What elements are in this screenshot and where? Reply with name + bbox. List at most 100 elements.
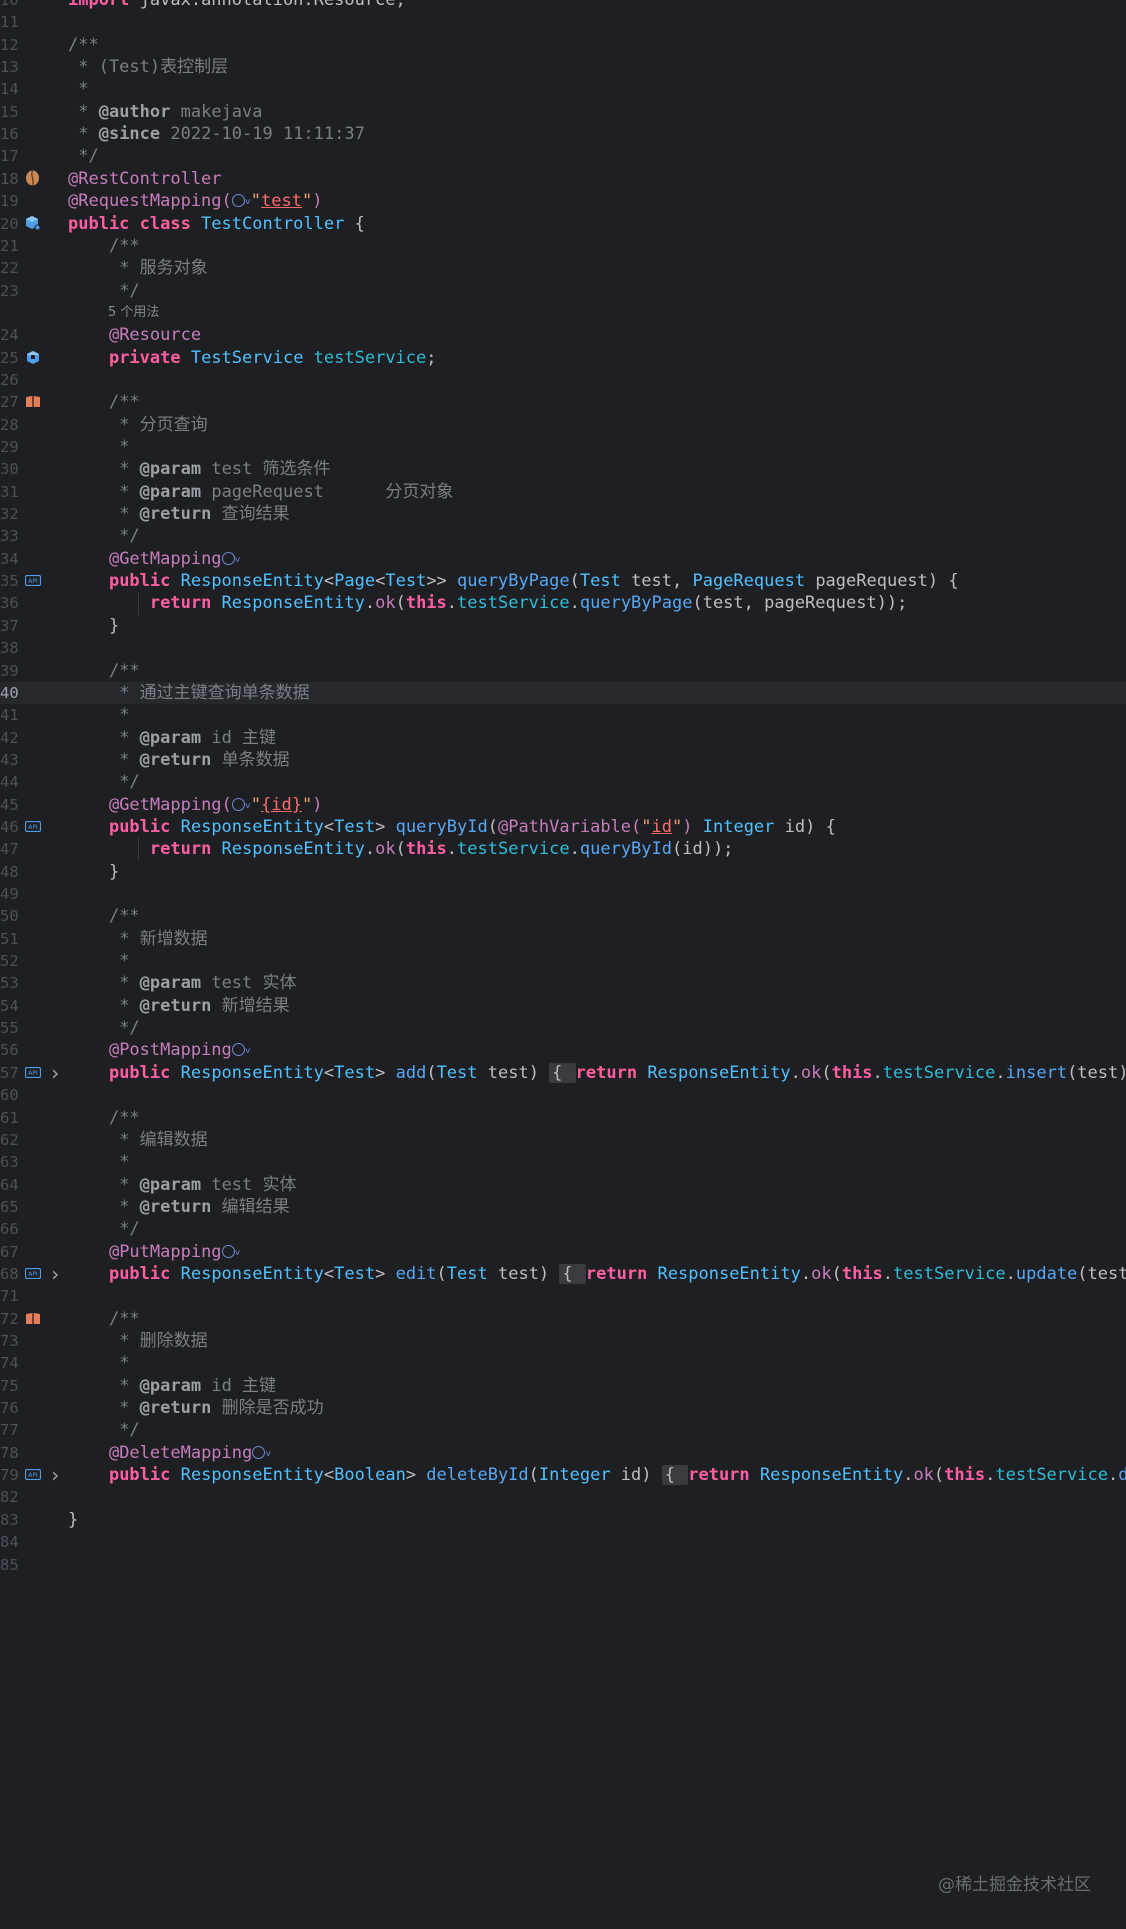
line-number[interactable]: 42 bbox=[0, 727, 19, 749]
endpoint-globe-icon[interactable]: ˅ bbox=[221, 1242, 241, 1262]
usage-count-hint[interactable]: 5 个用法 bbox=[108, 302, 159, 324]
code-text[interactable]: * bbox=[68, 1151, 129, 1173]
code-line[interactable]: 68 API › public ResponseEntity<Test> edit(… bbox=[0, 1263, 1126, 1286]
code-line[interactable]: 11 bbox=[0, 11, 1126, 33]
code-line[interactable]: 14 * bbox=[0, 78, 1126, 100]
line-number[interactable]: 71 bbox=[0, 1285, 19, 1307]
code-line[interactable]: 23 */ bbox=[0, 280, 1126, 302]
code-line[interactable]: 71 bbox=[0, 1285, 1126, 1307]
line-number[interactable]: 23 bbox=[0, 280, 19, 302]
code-text[interactable]: * 服务对象 bbox=[68, 257, 207, 279]
line-number[interactable]: 53 bbox=[0, 972, 19, 994]
line-number[interactable]: 60 bbox=[0, 1084, 19, 1106]
line-number[interactable]: 20 bbox=[0, 213, 19, 235]
code-text[interactable]: } bbox=[68, 615, 119, 637]
code-line[interactable]: 22 * 服务对象 bbox=[0, 257, 1126, 279]
line-number[interactable]: 27 bbox=[0, 391, 19, 413]
code-line[interactable]: 56 @PostMapping ˅ bbox=[0, 1039, 1126, 1061]
code-line[interactable]: 36 return ResponseEntity.ok(this.testSer… bbox=[0, 592, 1126, 614]
code-text[interactable]: /** bbox=[68, 1107, 140, 1129]
code-line[interactable]: 32 * @return 查询结果 bbox=[0, 503, 1126, 525]
line-number[interactable]: 61 bbox=[0, 1107, 19, 1129]
code-line[interactable]: 51 * 新增数据 bbox=[0, 928, 1126, 950]
line-number[interactable]: 36 bbox=[0, 592, 19, 614]
code-text[interactable]: @PostMapping ˅ bbox=[68, 1039, 251, 1063]
line-number[interactable]: 77 bbox=[0, 1419, 19, 1441]
code-text[interactable]: * bbox=[68, 1352, 129, 1374]
line-number[interactable]: 57 bbox=[0, 1062, 19, 1084]
line-number[interactable]: 46 bbox=[0, 816, 19, 838]
api-icon[interactable]: API bbox=[24, 573, 41, 588]
code-line[interactable]: 45 @GetMapping(˅"{id}") bbox=[0, 794, 1126, 816]
code-text[interactable]: /** bbox=[68, 34, 99, 56]
code-text[interactable]: /** bbox=[68, 391, 140, 413]
fold-chevron-icon[interactable]: › bbox=[49, 1061, 61, 1084]
line-number[interactable]: 15 bbox=[0, 101, 19, 123]
book-icon[interactable] bbox=[24, 394, 41, 409]
line-number[interactable]: 26 bbox=[0, 369, 19, 391]
code-line[interactable]: 83} bbox=[0, 1509, 1126, 1531]
code-line[interactable]: 18 @RestController bbox=[0, 168, 1126, 190]
code-text[interactable]: * bbox=[68, 78, 88, 100]
line-number[interactable]: 16 bbox=[0, 123, 19, 145]
code-line[interactable]: 13 * (Test)表控制层 bbox=[0, 56, 1126, 78]
code-text[interactable]: /** bbox=[68, 235, 140, 257]
line-number[interactable]: 40 bbox=[0, 682, 19, 704]
api-icon[interactable]: API bbox=[24, 819, 41, 834]
line-number[interactable]: 73 bbox=[0, 1330, 19, 1352]
code-line[interactable]: 76 * @return 删除是否成功 bbox=[0, 1397, 1126, 1419]
code-line[interactable]: 35 API public ResponseEntity<Page<Test>> … bbox=[0, 570, 1126, 592]
code-text[interactable]: @PutMapping ˅ bbox=[68, 1241, 241, 1265]
line-number[interactable]: 50 bbox=[0, 905, 19, 927]
code-line[interactable]: 26 bbox=[0, 369, 1126, 391]
code-text[interactable]: * 分页查询 bbox=[68, 414, 207, 436]
code-line[interactable]: 66 */ bbox=[0, 1218, 1126, 1240]
endpoint-globe-icon[interactable]: ˅ bbox=[231, 191, 251, 211]
code-line[interactable]: 64 * @param test 实体 bbox=[0, 1174, 1126, 1196]
code-line[interactable]: 77 */ bbox=[0, 1419, 1126, 1441]
code-line[interactable]: 44 */ bbox=[0, 771, 1126, 793]
code-text[interactable]: * 新增数据 bbox=[68, 928, 207, 950]
line-number[interactable]: 33 bbox=[0, 525, 19, 547]
code-line[interactable]: 47 return ResponseEntity.ok(this.testSer… bbox=[0, 838, 1126, 860]
code-text[interactable]: private TestService testService; bbox=[68, 347, 437, 369]
code-line[interactable]: 37 } bbox=[0, 615, 1126, 637]
code-line[interactable]: 60 bbox=[0, 1084, 1126, 1106]
code-line[interactable]: 63 * bbox=[0, 1151, 1126, 1173]
line-number[interactable]: 43 bbox=[0, 749, 19, 771]
code-text[interactable]: @RequestMapping(˅"test") bbox=[68, 190, 322, 214]
line-number[interactable]: 48 bbox=[0, 861, 19, 883]
code-line[interactable]: 78 @DeleteMapping ˅ bbox=[0, 1442, 1126, 1464]
line-number[interactable]: 75 bbox=[0, 1375, 19, 1397]
code-text[interactable]: * @return 单条数据 bbox=[68, 749, 289, 771]
line-number[interactable]: 84 bbox=[0, 1531, 19, 1553]
code-text[interactable]: /** bbox=[68, 1308, 140, 1330]
line-number[interactable]: 82 bbox=[0, 1486, 19, 1508]
code-line[interactable]: 84 bbox=[0, 1531, 1126, 1553]
code-text[interactable]: * @return 编辑结果 bbox=[68, 1196, 289, 1218]
code-line[interactable]: 30 * @param test 筛选条件 bbox=[0, 458, 1126, 480]
line-number[interactable]: 11 bbox=[0, 11, 19, 33]
endpoint-globe-icon[interactable]: ˅ bbox=[231, 795, 251, 815]
line-number[interactable]: 25 bbox=[0, 347, 19, 369]
line-number[interactable]: 44 bbox=[0, 771, 19, 793]
code-text[interactable]: * @param test 实体 bbox=[68, 972, 296, 994]
line-number[interactable]: 35 bbox=[0, 570, 19, 592]
code-line[interactable]: 38 bbox=[0, 637, 1126, 659]
code-line[interactable]: 53 * @param test 实体 bbox=[0, 972, 1126, 994]
code-line[interactable]: 28 * 分页查询 bbox=[0, 414, 1126, 436]
code-line[interactable]: 27 /** bbox=[0, 391, 1126, 413]
code-text[interactable]: */ bbox=[68, 771, 139, 793]
line-number[interactable]: 74 bbox=[0, 1352, 19, 1374]
code-line[interactable]: 33 */ bbox=[0, 525, 1126, 547]
code-text[interactable]: * bbox=[68, 436, 129, 458]
line-number[interactable]: 41 bbox=[0, 704, 19, 726]
line-number[interactable]: 52 bbox=[0, 950, 19, 972]
code-line[interactable]: 62 * 编辑数据 bbox=[0, 1129, 1126, 1151]
line-number[interactable]: 34 bbox=[0, 548, 19, 570]
code-text[interactable]: * (Test)表控制层 bbox=[68, 56, 228, 78]
injected-bean-icon[interactable] bbox=[24, 350, 41, 365]
code-line[interactable]: 25 private TestService testService; bbox=[0, 347, 1126, 369]
line-number[interactable]: 68 bbox=[0, 1263, 19, 1285]
line-number[interactable]: 18 bbox=[0, 168, 19, 190]
